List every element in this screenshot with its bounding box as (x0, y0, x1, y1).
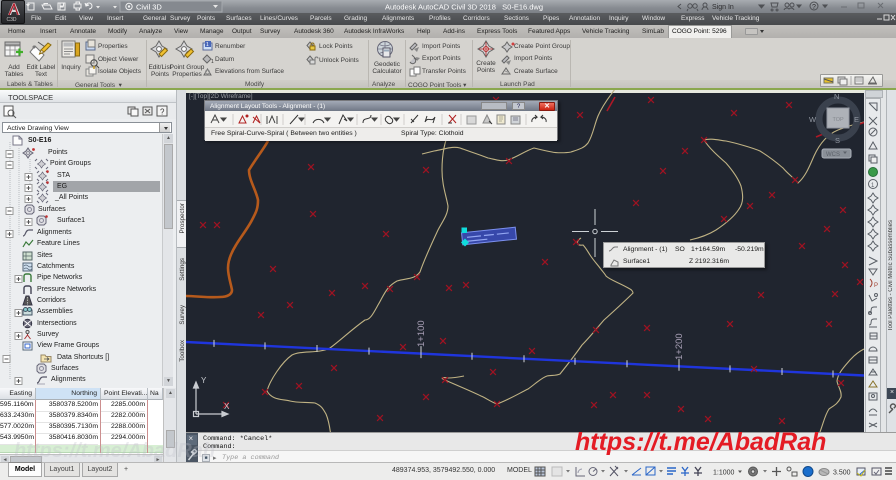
svg-text:1+200: 1+200 (674, 333, 685, 360)
svg-text:S: S (835, 136, 840, 145)
svg-text:1+100: 1+100 (416, 320, 427, 347)
svg-text:?: ? (160, 108, 165, 117)
svg-text:X: X (224, 402, 230, 411)
svg-text:3.500: 3.500 (833, 470, 851, 477)
svg-text:N: N (834, 92, 839, 101)
svg-text:Sign In: Sign In (712, 4, 734, 11)
svg-text:Civil 3D: Civil 3D (136, 3, 162, 12)
svg-text:1:1000: 1:1000 (713, 470, 735, 477)
svg-text:?: ? (812, 4, 816, 11)
svg-text:1: 1 (206, 42, 209, 48)
svg-text:1: 1 (211, 59, 214, 65)
svg-text:W: W (809, 115, 817, 124)
svg-text:TOP: TOP (833, 117, 845, 123)
svg-text:E: E (854, 115, 859, 124)
svg-text:Autodesk AutoCAD Civil 3D 2018: Autodesk AutoCAD Civil 3D 2018 S0-E16.dw… (385, 3, 543, 12)
svg-text:Y: Y (201, 376, 207, 385)
svg-text:WCS: WCS (826, 152, 840, 158)
svg-text:P: P (874, 283, 878, 289)
